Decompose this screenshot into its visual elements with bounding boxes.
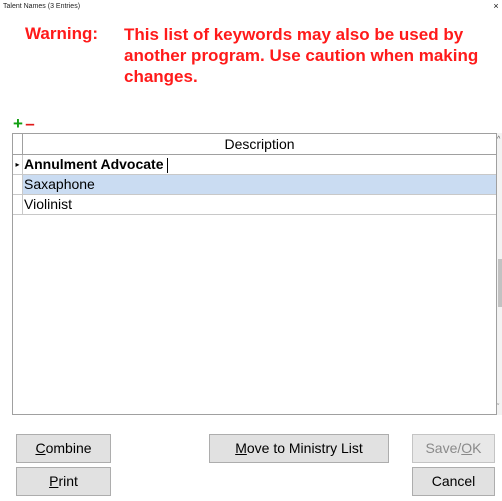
window-title: Talent Names (3 Entries) xyxy=(3,3,81,10)
add-row-button[interactable]: + xyxy=(13,115,23,132)
column-header-description[interactable]: Description xyxy=(23,134,496,154)
row-header xyxy=(13,175,23,194)
grid-corner xyxy=(13,134,23,154)
remove-row-button[interactable]: – xyxy=(25,115,35,132)
warning-message: This list of keywords may also be used b… xyxy=(124,25,479,86)
description-cell[interactable]: Annulment Advocate xyxy=(24,155,168,174)
move-to-ministry-list-button[interactable]: Move to Ministry List xyxy=(209,434,389,463)
save-ok-button[interactable]: Save/OK xyxy=(412,434,495,463)
description-cell-text: Annulment Advocate xyxy=(24,156,164,172)
combine-button[interactable]: Combine xyxy=(16,434,111,463)
close-icon[interactable]: × xyxy=(491,0,501,13)
grid-row[interactable]: Saxaphone xyxy=(13,175,496,195)
scroll-up-icon[interactable]: ^ xyxy=(497,136,500,143)
vertical-scrollbar[interactable] xyxy=(497,133,502,415)
print-label-rest: rint xyxy=(58,473,78,489)
combine-label-rest: ombine xyxy=(45,440,92,456)
grid-row[interactable]: ▸ Annulment Advocate xyxy=(13,155,496,175)
scroll-down-icon[interactable]: ˇ xyxy=(497,404,499,411)
print-button[interactable]: Print xyxy=(16,467,111,496)
save-label-rest: K xyxy=(472,440,482,456)
move-label-rest: ove to Ministry List xyxy=(246,440,363,456)
move-mnemonic: M xyxy=(235,440,247,456)
grid-header: Description xyxy=(13,134,496,155)
cancel-button[interactable]: Cancel xyxy=(412,467,495,496)
combine-mnemonic: C xyxy=(35,440,46,456)
grid-row[interactable]: Violinist xyxy=(13,195,496,215)
save-mnemonic: O xyxy=(461,440,473,456)
text-caret xyxy=(166,157,168,173)
save-label-prefix: Save/ xyxy=(425,440,462,456)
title-bar: Talent Names (3 Entries) × xyxy=(0,0,502,14)
warning-label: Warning: xyxy=(25,24,99,43)
keyword-grid[interactable]: Description ▸ Annulment Advocate Saxapho… xyxy=(12,133,497,415)
scrollbar-thumb[interactable] xyxy=(498,259,502,307)
description-cell[interactable]: Saxaphone xyxy=(24,175,95,194)
description-cell[interactable]: Violinist xyxy=(24,195,72,214)
row-header xyxy=(13,195,23,214)
row-indicator-icon: ▸ xyxy=(13,155,23,174)
